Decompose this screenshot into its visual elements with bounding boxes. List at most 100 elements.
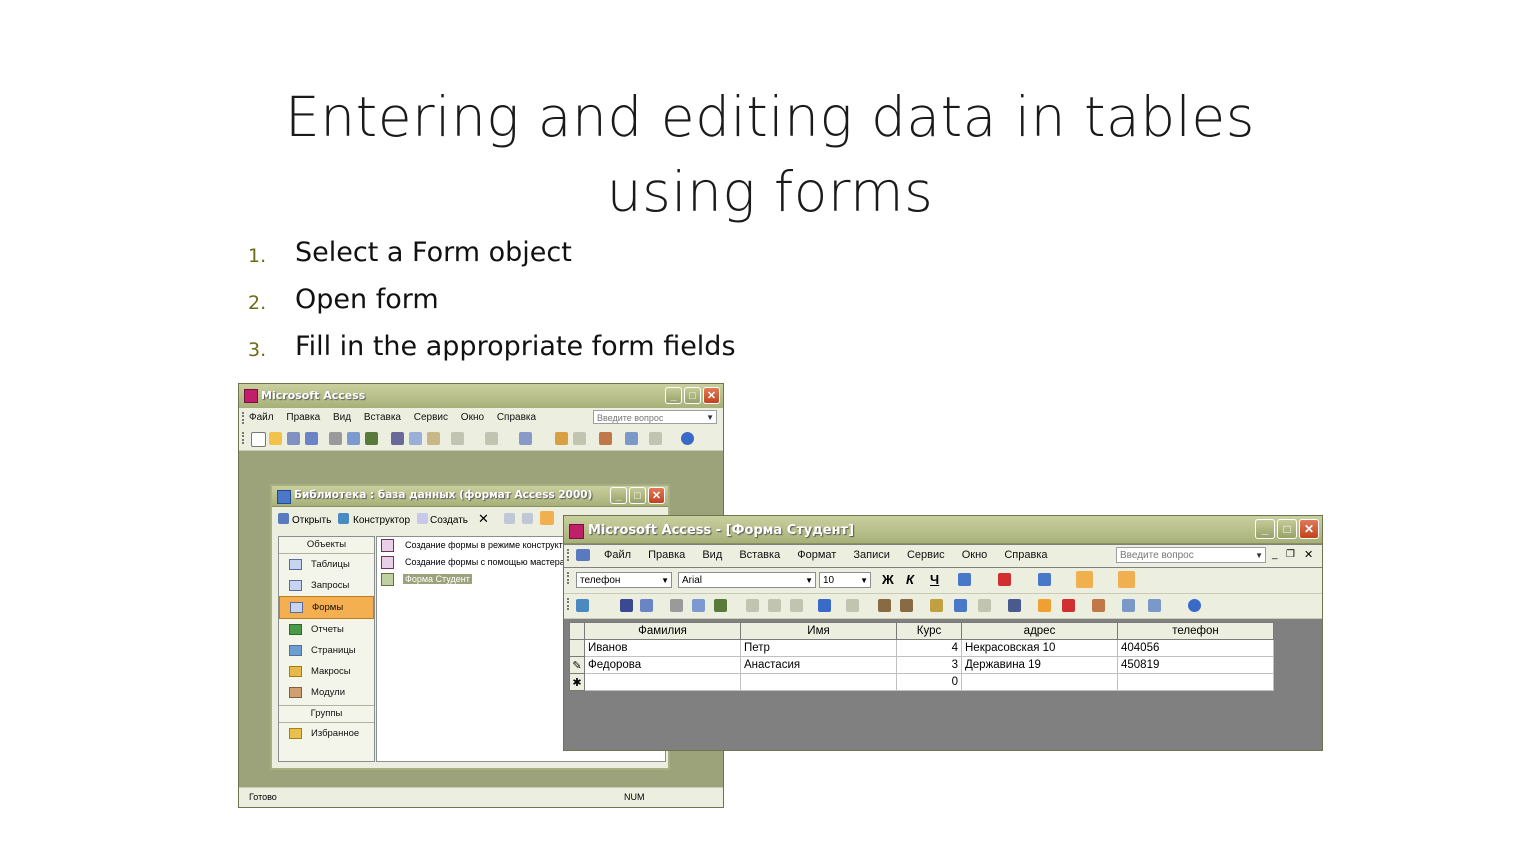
menu-tools[interactable]: Сервис: [414, 412, 448, 423]
font-color-icon[interactable]: [998, 573, 1011, 586]
relationships-icon[interactable]: [625, 432, 638, 445]
menu-insert[interactable]: Вставка: [364, 412, 401, 423]
code-icon[interactable]: [555, 432, 568, 445]
italic-button[interactable]: К: [906, 572, 914, 587]
view-icon[interactable]: [576, 599, 589, 612]
menu-view[interactable]: Вид: [702, 549, 722, 561]
menu-help[interactable]: Справка: [1004, 549, 1047, 561]
cell-address[interactable]: Некрасовская 10: [961, 639, 1118, 657]
database-window-icon[interactable]: [1122, 599, 1135, 612]
menu-tools[interactable]: Сервис: [907, 549, 945, 561]
design-icon[interactable]: [338, 513, 349, 524]
select-all-cell[interactable]: [569, 622, 585, 640]
print-preview-icon[interactable]: [347, 432, 360, 445]
sort-ascending-icon[interactable]: [878, 599, 891, 612]
underline-button[interactable]: Ч: [930, 572, 939, 587]
font-size-select[interactable]: 10 ▼: [819, 572, 871, 588]
maximize-button[interactable]: □: [1277, 519, 1297, 539]
grip-handle[interactable]: [242, 432, 246, 444]
cell-phone[interactable]: [1117, 673, 1274, 691]
gridlines-icon[interactable]: [1076, 571, 1093, 588]
cell-address[interactable]: [961, 673, 1118, 691]
field-select[interactable]: телефон ▼: [576, 572, 672, 588]
cell-course[interactable]: 0: [896, 673, 962, 691]
open-button[interactable]: Открыть: [292, 515, 331, 526]
cell-course[interactable]: 3: [896, 656, 962, 674]
save-icon[interactable]: [620, 599, 633, 612]
properties-icon[interactable]: [1092, 599, 1105, 612]
group-favorites[interactable]: Избранное: [279, 723, 374, 744]
save-icon[interactable]: [287, 432, 300, 445]
undo-icon[interactable]: [451, 432, 464, 445]
menu-help[interactable]: Справка: [497, 412, 536, 423]
open-icon[interactable]: [278, 513, 289, 524]
create-icon[interactable]: [417, 513, 428, 524]
delete-record-icon[interactable]: [1062, 599, 1075, 612]
form-titlebar[interactable]: Microsoft Access - [Форма Студент] _ □ ✕: [564, 516, 1322, 544]
record-selector[interactable]: ✎: [569, 656, 585, 674]
find-icon[interactable]: [1008, 599, 1021, 612]
minimize-doc-icon[interactable]: _: [1272, 549, 1278, 560]
new-object-icon[interactable]: [1148, 599, 1161, 612]
column-header[interactable]: Фамилия: [584, 622, 741, 640]
menu-edit[interactable]: Правка: [648, 549, 685, 561]
cell-name[interactable]: [740, 673, 897, 691]
filter-by-form-icon[interactable]: [954, 599, 967, 612]
column-header[interactable]: Имя: [740, 622, 897, 640]
delete-icon[interactable]: ✕: [478, 511, 489, 527]
menu-file[interactable]: Файл: [249, 412, 274, 423]
details-view-icon[interactable]: [540, 511, 554, 525]
new-object-icon[interactable]: [649, 432, 662, 445]
object-tables[interactable]: Таблицы: [279, 554, 374, 575]
form-doc-icon[interactable]: [576, 549, 590, 561]
special-effect-icon[interactable]: [1118, 571, 1135, 588]
minimize-button[interactable]: _: [610, 487, 627, 504]
grip-handle[interactable]: [242, 412, 246, 424]
font-select[interactable]: Arial ▼: [678, 572, 816, 588]
maximize-button[interactable]: □: [629, 487, 646, 504]
spelling-icon[interactable]: [714, 599, 727, 612]
access-titlebar[interactable]: Microsoft Access _ □ ✕: [239, 384, 723, 409]
hyperlink-icon[interactable]: [846, 599, 859, 612]
close-doc-icon[interactable]: ✕: [1304, 548, 1313, 561]
large-icons-icon[interactable]: [504, 513, 515, 524]
undo-icon[interactable]: [818, 599, 831, 612]
ask-question-box[interactable]: Введите вопрос ▼: [1116, 547, 1266, 563]
spelling-icon[interactable]: [365, 432, 378, 445]
create-button[interactable]: Создать: [430, 515, 468, 526]
cell-surname[interactable]: Иванов: [584, 639, 741, 657]
record-selector[interactable]: [569, 639, 585, 657]
small-icons-icon[interactable]: [522, 513, 533, 524]
cell-address[interactable]: Державина 19: [961, 656, 1118, 674]
record-selector[interactable]: ✱: [569, 673, 585, 691]
cut-icon[interactable]: [391, 432, 404, 445]
table-row[interactable]: ✱ 0: [569, 673, 1274, 691]
analyze-icon[interactable]: [519, 432, 532, 445]
grip-handle[interactable]: [567, 549, 571, 561]
menu-insert[interactable]: Вставка: [739, 549, 780, 561]
table-row[interactable]: Иванов Петр 4 Некрасовская 10 404056: [569, 639, 1274, 657]
paste-icon[interactable]: [427, 432, 440, 445]
sort-descending-icon[interactable]: [900, 599, 913, 612]
help-icon[interactable]: [1188, 599, 1201, 612]
column-header[interactable]: адрес: [961, 622, 1118, 640]
menu-records[interactable]: Записи: [853, 549, 890, 561]
menu-window[interactable]: Окно: [962, 549, 988, 561]
cell-course[interactable]: 4: [896, 639, 962, 657]
copy-icon[interactable]: [409, 432, 422, 445]
office-links-icon[interactable]: [485, 432, 498, 445]
chevron-down-icon[interactable]: ▼: [1255, 548, 1263, 563]
cell-name[interactable]: Петр: [740, 639, 897, 657]
menu-format[interactable]: Формат: [797, 549, 836, 561]
grip-handle[interactable]: [567, 572, 571, 584]
column-header[interactable]: Курс: [896, 622, 962, 640]
minimize-button[interactable]: _: [665, 387, 682, 404]
close-button[interactable]: ✕: [703, 387, 720, 404]
cell-surname[interactable]: [584, 673, 741, 691]
chevron-down-icon[interactable]: ▼: [661, 573, 669, 588]
design-button[interactable]: Конструктор: [353, 515, 410, 526]
paste-icon[interactable]: [790, 599, 803, 612]
print-preview-icon[interactable]: [692, 599, 705, 612]
cell-phone[interactable]: 450819: [1117, 656, 1274, 674]
copy-icon[interactable]: [768, 599, 781, 612]
